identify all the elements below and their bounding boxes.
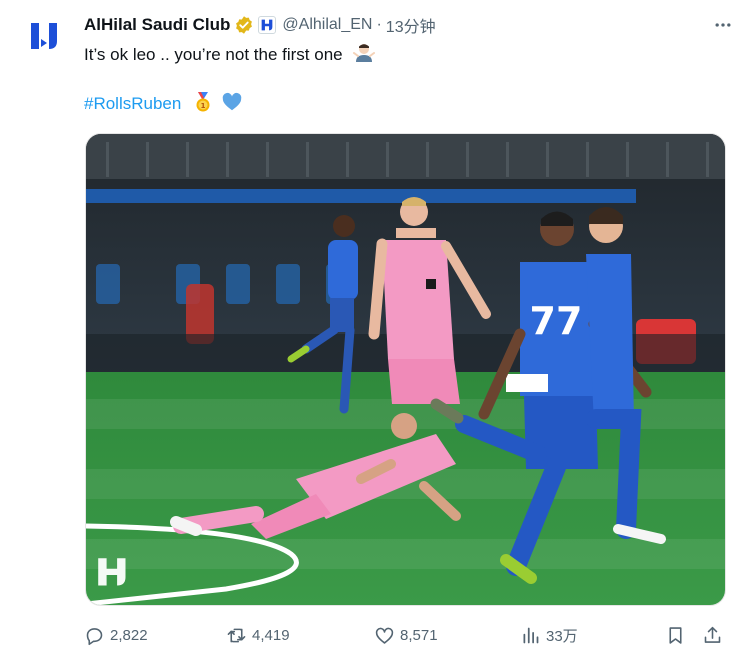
views-icon (523, 627, 539, 643)
author-handle[interactable]: @Alhilal_EN (282, 16, 372, 34)
affiliation-badge-icon[interactable] (258, 16, 277, 34)
views-count: 33万 (546, 627, 578, 645)
retweet-count: 4,419 (252, 626, 290, 644)
match-photo-illustration: 77 (86, 134, 725, 605)
views-button[interactable]: 33万 (520, 620, 578, 650)
tweet-card: AlHilal Saudi Club @Alhilal_EN · 13分钟 It… (0, 0, 756, 661)
author-avatar[interactable] (22, 14, 66, 58)
reply-count: 2,822 (110, 626, 148, 644)
retweet-icon (227, 628, 246, 642)
hashtag-link[interactable]: #RollsRuben (84, 94, 181, 113)
more-button[interactable] (710, 12, 736, 38)
tweet-hashtag-line: #RollsRuben 1 (84, 91, 243, 120)
author-display-name[interactable]: AlHilal Saudi Club (84, 15, 230, 35)
tweet-text-body: It’s ok leo .. you’re not the first one (84, 45, 343, 64)
tweet-text: It’s ok leo .. you’re not the first one (84, 42, 376, 71)
blue-heart-icon (221, 91, 243, 120)
svg-text:77: 77 (530, 299, 583, 343)
more-icon (715, 23, 731, 27)
verified-badge-icon (234, 15, 254, 35)
share-button[interactable] (702, 620, 723, 650)
retweet-button[interactable]: 4,419 (226, 620, 290, 650)
tweet-actions-bar: 2,822 4,419 8,571 33万 (84, 620, 734, 650)
tweet-timestamp[interactable]: 13分钟 (386, 13, 436, 37)
svg-text:1: 1 (201, 102, 206, 110)
like-icon (375, 627, 394, 644)
like-count: 8,571 (400, 626, 438, 644)
reply-icon (86, 627, 103, 645)
tweet-header: AlHilal Saudi Club @Alhilal_EN · 13分钟 (84, 12, 716, 38)
person-shrugging-emoji-icon (353, 42, 376, 71)
first-place-medal-icon: 1 (192, 91, 214, 120)
alhilal-logo-icon (31, 23, 57, 49)
share-icon (704, 626, 721, 643)
separator-dot: · (376, 16, 382, 33)
bookmark-button[interactable] (665, 620, 686, 650)
bookmark-icon (669, 626, 682, 644)
reply-button[interactable]: 2,822 (84, 620, 148, 650)
tweet-photo[interactable]: 77 (85, 133, 726, 606)
like-button[interactable]: 8,571 (374, 620, 438, 650)
